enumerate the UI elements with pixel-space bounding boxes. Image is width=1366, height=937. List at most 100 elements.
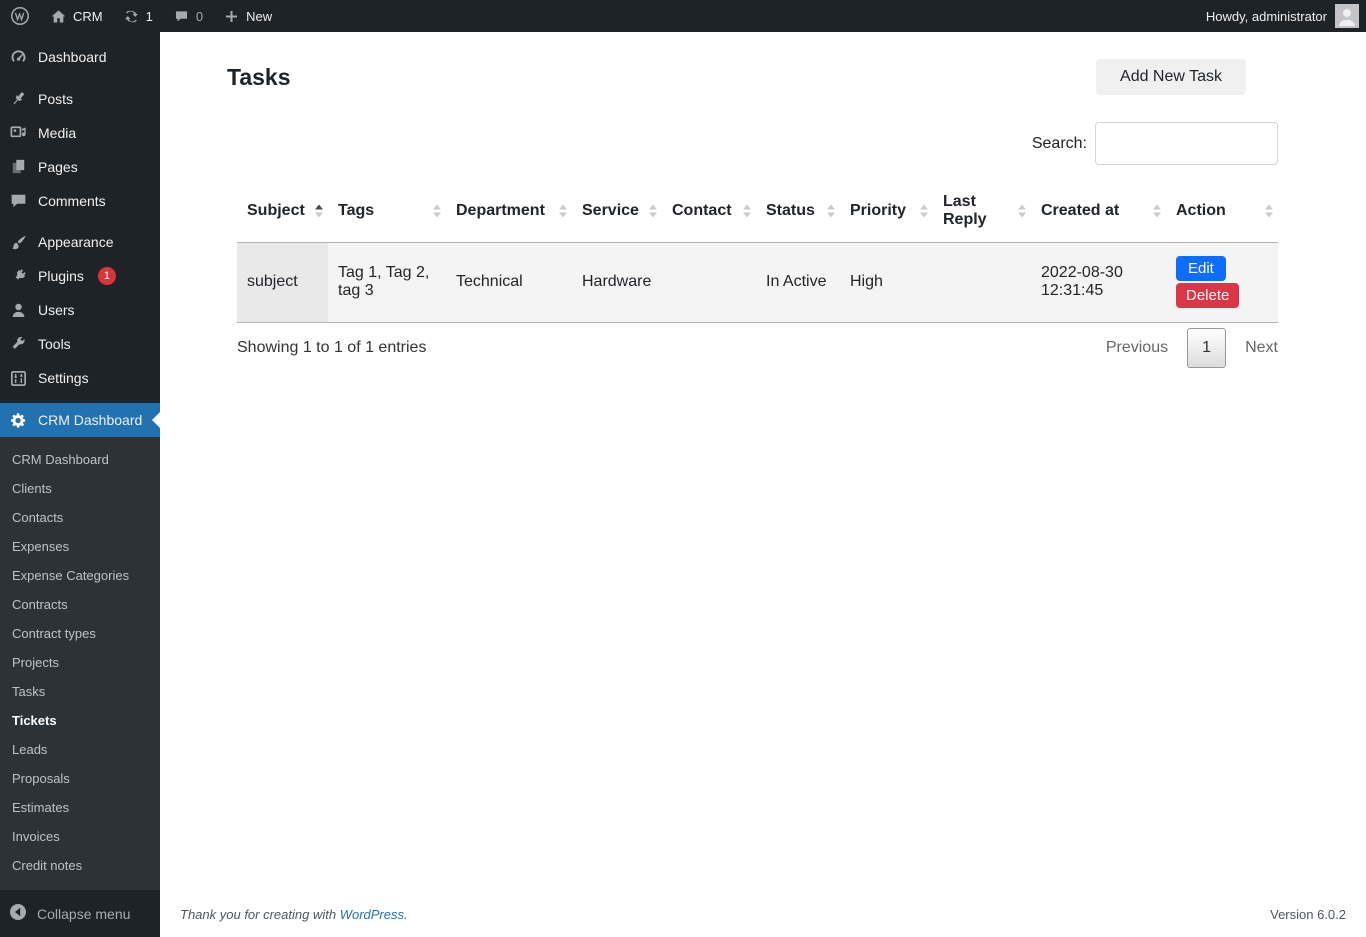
sidebar-item-users[interactable]: Users [0,293,160,327]
cell-created-at: 2022-08-30 12:31:45 [1031,242,1166,322]
site-home-button[interactable]: CRM [40,0,113,32]
footer-version: Version 6.0.2 [1270,907,1346,922]
column-header-action[interactable]: Action [1166,180,1278,242]
menu-separator [0,32,160,40]
sort-arrows-icon [1018,204,1026,217]
sidebar-sub-projects[interactable]: Projects [0,648,160,677]
sidebar-item-dashboard[interactable]: Dashboard [0,40,160,74]
sidebar-sub-estimates[interactable]: Estimates [0,793,160,822]
settings-icon [8,368,28,388]
sidebar-sub-clients[interactable]: Clients [0,474,160,503]
new-label: New [246,9,272,24]
previous-button[interactable]: Previous [1106,339,1168,357]
sidebar-sub-tasks[interactable]: Tasks [0,677,160,706]
sort-arrows-icon [743,204,751,217]
sort-arrows-icon [827,204,835,217]
column-header-status[interactable]: Status [756,180,840,242]
pagination: Previous 1 Next [1106,328,1278,368]
howdy-label: Howdy, administrator [1206,9,1327,24]
cell-status: In Active [756,242,840,322]
column-header-created-at[interactable]: Created at [1031,180,1166,242]
next-button[interactable]: Next [1245,339,1278,357]
sidebar-item-posts[interactable]: Posts [0,82,160,116]
dashboard-icon [8,47,28,67]
add-new-task-button[interactable]: Add New Task [1096,59,1246,95]
pages-icon [8,157,28,177]
main-content: Tasks Add New Task Search: Subject Tags … [160,32,1366,937]
sidebar-sub-leads[interactable]: Leads [0,735,160,764]
sidebar-item-label: Settings [38,370,89,386]
sidebar-sub-credit-notes[interactable]: Credit notes [0,851,160,880]
sidebar-sub-expenses[interactable]: Expenses [0,532,160,561]
media-icon [8,123,28,143]
sidebar-item-pages[interactable]: Pages [0,150,160,184]
cell-last-reply [933,242,1031,322]
column-header-service[interactable]: Service [572,180,662,242]
column-header-last-reply[interactable]: Last Reply [933,180,1031,242]
sidebar-item-comments[interactable]: Comments [0,184,160,218]
sidebar-item-settings[interactable]: Settings [0,361,160,395]
tasks-table: Subject Tags Department Service Contact … [237,180,1278,323]
comments-icon [8,191,28,211]
sidebar-sub-expense-categories[interactable]: Expense Categories [0,561,160,590]
sort-arrows-icon [315,204,323,217]
sidebar-item-appearance[interactable]: Appearance [0,225,160,259]
wp-logo-button[interactable] [0,0,40,32]
sidebar-sub-contract-types[interactable]: Contract types [0,619,160,648]
menu-separator [0,395,160,403]
sidebar-item-label: Users [38,302,75,318]
updates-button[interactable]: 1 [113,0,163,32]
sidebar-item-tools[interactable]: Tools [0,327,160,361]
cell-action: Edit Delete [1166,242,1278,322]
menu-separator [0,218,160,226]
cell-priority: High [840,242,933,322]
sort-arrows-icon [1153,204,1161,217]
sidebar-sub-proposals[interactable]: Proposals [0,764,160,793]
search-input[interactable] [1095,122,1278,165]
collapse-menu-button[interactable]: Collapse menu [0,890,160,937]
crm-submenu: CRM Dashboard Clients Contacts Expenses … [0,437,160,890]
column-header-priority[interactable]: Priority [840,180,933,242]
cell-service: Hardware [572,242,662,322]
sidebar-item-label: CRM Dashboard [38,412,142,428]
plugins-update-badge: 1 [98,267,116,285]
column-header-contact[interactable]: Contact [662,180,756,242]
sidebar-item-label: Posts [38,91,73,107]
sidebar-sub-tickets[interactable]: Tickets [0,706,160,735]
sort-arrows-icon [433,204,441,217]
column-header-department[interactable]: Department [446,180,572,242]
sidebar-sub-invoices[interactable]: Invoices [0,822,160,851]
sidebar-item-crm-dashboard[interactable]: CRM Dashboard [0,403,160,437]
users-icon [8,300,28,320]
tools-wrench-icon [8,334,28,354]
new-button[interactable]: New [213,0,282,32]
plugins-plug-icon [8,266,28,286]
page-1-button[interactable]: 1 [1187,328,1226,368]
sidebar-sub-contracts[interactable]: Contracts [0,590,160,619]
posts-pin-icon [8,89,28,109]
site-name: CRM [73,9,103,24]
table-row: subject Tag 1, Tag 2, tag 3 Technical Ha… [237,242,1278,322]
sidebar-item-media[interactable]: Media [0,116,160,150]
home-icon [50,8,67,25]
cell-subject: subject [237,242,328,322]
admin-footer: Thank you for creating with WordPress. V… [160,897,1366,937]
collapse-menu-label: Collapse menu [37,906,130,922]
howdy-menu[interactable]: Howdy, administrator [1206,4,1366,28]
comments-button[interactable]: 0 [163,0,213,32]
sidebar-item-plugins[interactable]: Plugins 1 [0,259,160,293]
sidebar-sub-contacts[interactable]: Contacts [0,503,160,532]
delete-button[interactable]: Delete [1176,283,1239,308]
wordpress-link[interactable]: WordPress [340,907,404,922]
edit-button[interactable]: Edit [1176,256,1226,281]
appearance-brush-icon [8,232,28,252]
sidebar-item-label: Tools [38,336,71,352]
table-header-row: Subject Tags Department Service Contact … [237,180,1278,242]
sidebar-sub-crm-dashboard[interactable]: CRM Dashboard [0,445,160,474]
footer-thanks: Thank you for creating with WordPress. [180,907,408,922]
column-header-tags[interactable]: Tags [328,180,446,242]
comments-count: 0 [196,9,203,24]
gear-icon [8,410,28,430]
column-header-subject[interactable]: Subject [237,180,328,242]
plus-icon [223,8,240,25]
